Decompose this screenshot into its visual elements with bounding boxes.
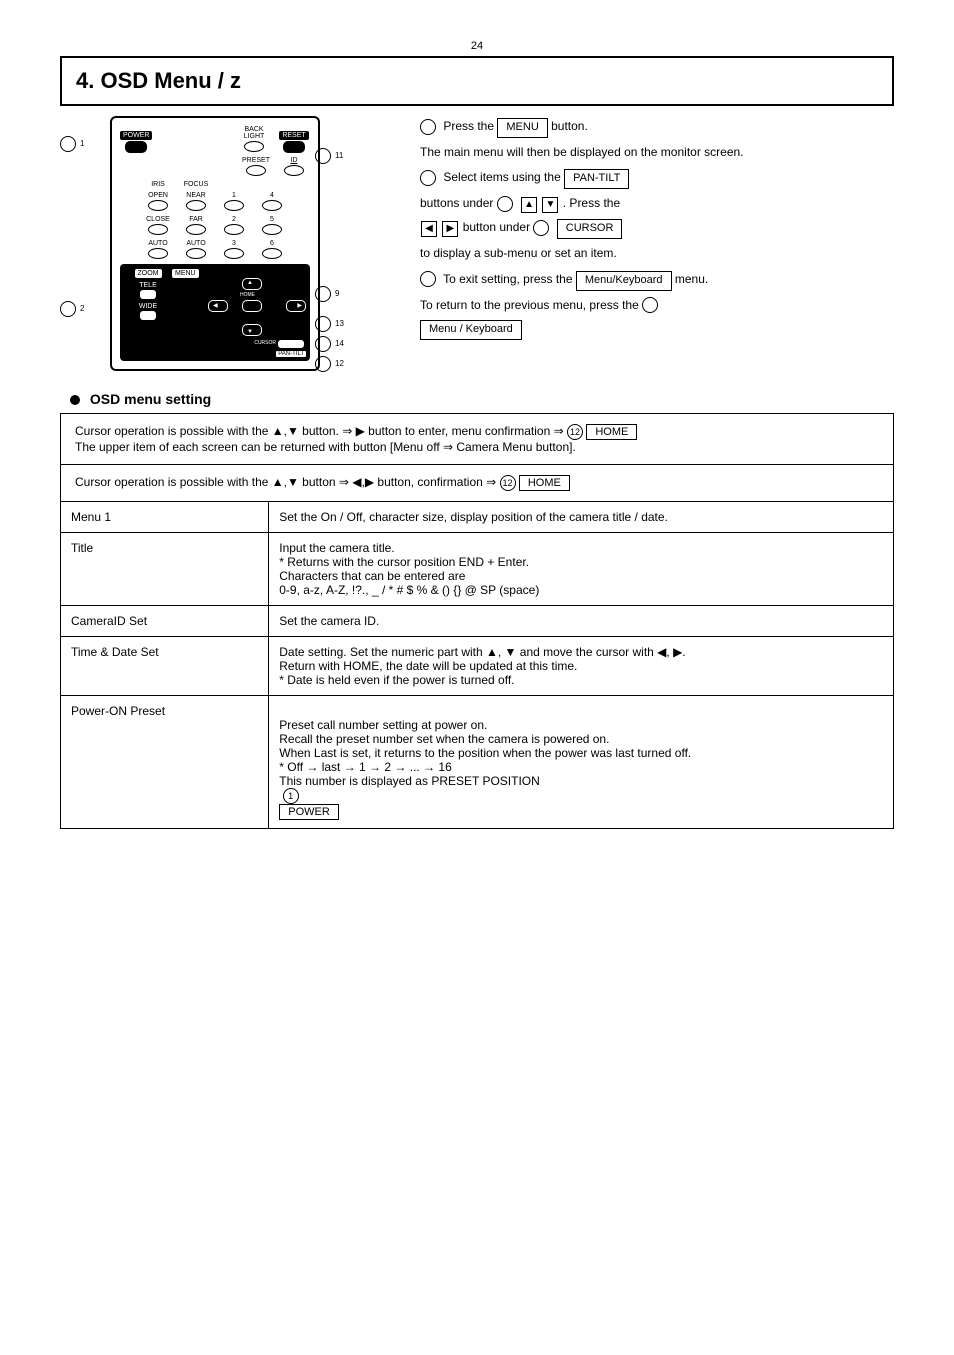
reset-button[interactable]: [283, 141, 305, 153]
num-5-label: 5: [256, 216, 288, 223]
home-step-number-2: 12: [500, 475, 516, 491]
num-1-label: 1: [218, 192, 250, 199]
backlight-button[interactable]: [244, 141, 264, 152]
zoom-tele-button[interactable]: [140, 290, 156, 299]
callout-9: 9: [335, 289, 339, 298]
pan-tilt-label: PAN-TILT: [276, 351, 306, 357]
home-ref: HOME: [586, 424, 637, 440]
row-cameraid-label: CameraID Set: [61, 606, 269, 637]
callout-14: 14: [335, 339, 344, 348]
focus-label: FOCUS: [180, 181, 212, 188]
zoom-tele-label: TELE: [124, 282, 172, 289]
pan-tilt-cluster: ▲ ▼ ◀ ▶ HOME CURSOR: [196, 278, 306, 348]
row-poweron-desc: Preset call number setting at power on. …: [269, 696, 894, 829]
num-4-button[interactable]: [262, 200, 282, 211]
iris-close-label: CLOSE: [142, 216, 174, 223]
focus-auto-label: AUTO: [180, 240, 212, 247]
power-button[interactable]: [125, 141, 147, 153]
row-title-desc: Input the camera title. * Returns with t…: [269, 533, 894, 606]
iris-auto-label: AUTO: [142, 240, 174, 247]
row-poweron-label: Power-ON Preset: [61, 696, 269, 829]
menu-instruction-table: Cursor operation is possible with the ▲,…: [60, 413, 894, 829]
num-3-label: 3: [218, 240, 250, 247]
callout-13: 13: [335, 319, 344, 328]
callout-12: 12: [335, 359, 344, 368]
step-c-marker: [420, 271, 436, 287]
iris-label: IRIS: [142, 181, 174, 188]
backlight-label: BACK LIGHT: [238, 126, 270, 140]
pan-tilt-ref: PAN-TILT: [564, 169, 629, 189]
focus-near-button[interactable]: [186, 200, 206, 211]
right-key-icon: ▶: [442, 221, 458, 237]
row-title-label: Title: [61, 533, 269, 606]
home-button[interactable]: [242, 300, 262, 312]
callout-11: 11: [335, 151, 343, 160]
num-6-label: 6: [256, 240, 288, 247]
preset-label: PRESET: [240, 157, 272, 164]
iris-open-button[interactable]: [148, 200, 168, 211]
home-ref-2: HOME: [519, 475, 570, 491]
row-menu1-desc: Set the On / Off, character size, displa…: [269, 502, 894, 533]
preset-button[interactable]: [246, 165, 266, 176]
remote-diagram: 1 2 11 9 13 14 12 POWER: [60, 116, 390, 371]
row-timedate-label: Time & Date Set: [61, 637, 269, 696]
step-a-marker: [420, 119, 436, 135]
up-key-icon: ▲: [521, 197, 537, 213]
iris-open-label: OPEN: [142, 192, 174, 199]
num-2-label: 2: [218, 216, 250, 223]
row-menu1-label: Menu 1: [61, 502, 269, 533]
bullet-icon: [70, 395, 80, 405]
num-6-button[interactable]: [262, 248, 282, 259]
focus-auto-button[interactable]: [186, 248, 206, 259]
down-key-icon: ▼: [542, 197, 558, 213]
zoom-wide-label: WIDE: [124, 303, 172, 310]
power-step-number: 1: [283, 788, 299, 804]
iris-close-button[interactable]: [148, 224, 168, 235]
focus-far-label: FAR: [180, 216, 212, 223]
cursor-button[interactable]: [278, 340, 304, 348]
power-label: POWER: [120, 131, 152, 140]
num-1-button[interactable]: [224, 200, 244, 211]
callout-2: 2: [80, 304, 84, 313]
pan-tilt-right-button[interactable]: [286, 300, 306, 312]
row-cameraid-desc: Set the camera ID.: [269, 606, 894, 637]
power-ref: POWER: [279, 804, 339, 820]
id-button[interactable]: [284, 165, 304, 176]
iris-auto-button[interactable]: [148, 248, 168, 259]
instructions-text: Press the MENU button. The main menu wil…: [420, 116, 894, 371]
section-heading: OSD menu setting: [70, 391, 894, 407]
num-5-button[interactable]: [262, 224, 282, 235]
page-title: 4. OSD Menu / z: [60, 56, 894, 106]
zoom-label: ZOOM: [135, 269, 162, 278]
menu-keyboard-ref-1: Menu/Keyboard: [576, 271, 672, 291]
step-b-marker: [420, 170, 436, 186]
menu-label: MENU: [172, 269, 199, 278]
row-timedate-desc: Date setting. Set the numeric part with …: [269, 637, 894, 696]
callout-1: 1: [80, 139, 84, 148]
cursor-ref: CURSOR: [557, 219, 623, 239]
num-4-label: 4: [256, 192, 288, 199]
num-3-button[interactable]: [224, 248, 244, 259]
zoom-wide-button[interactable]: [140, 311, 156, 320]
menu-keyboard-ref-2: Menu / Keyboard: [420, 320, 522, 340]
num-2-button[interactable]: [224, 224, 244, 235]
id-label: ID: [278, 157, 310, 164]
reset-label: RESET: [279, 131, 308, 140]
home-step-number: 12: [567, 424, 583, 440]
focus-far-button[interactable]: [186, 224, 206, 235]
pan-tilt-left-button[interactable]: [208, 300, 228, 312]
page-number: 24: [60, 40, 894, 52]
focus-near-label: NEAR: [180, 192, 212, 199]
left-key-icon: ◀: [421, 221, 437, 237]
step-d-marker: [642, 297, 658, 313]
menu-button-ref: MENU: [497, 118, 547, 138]
